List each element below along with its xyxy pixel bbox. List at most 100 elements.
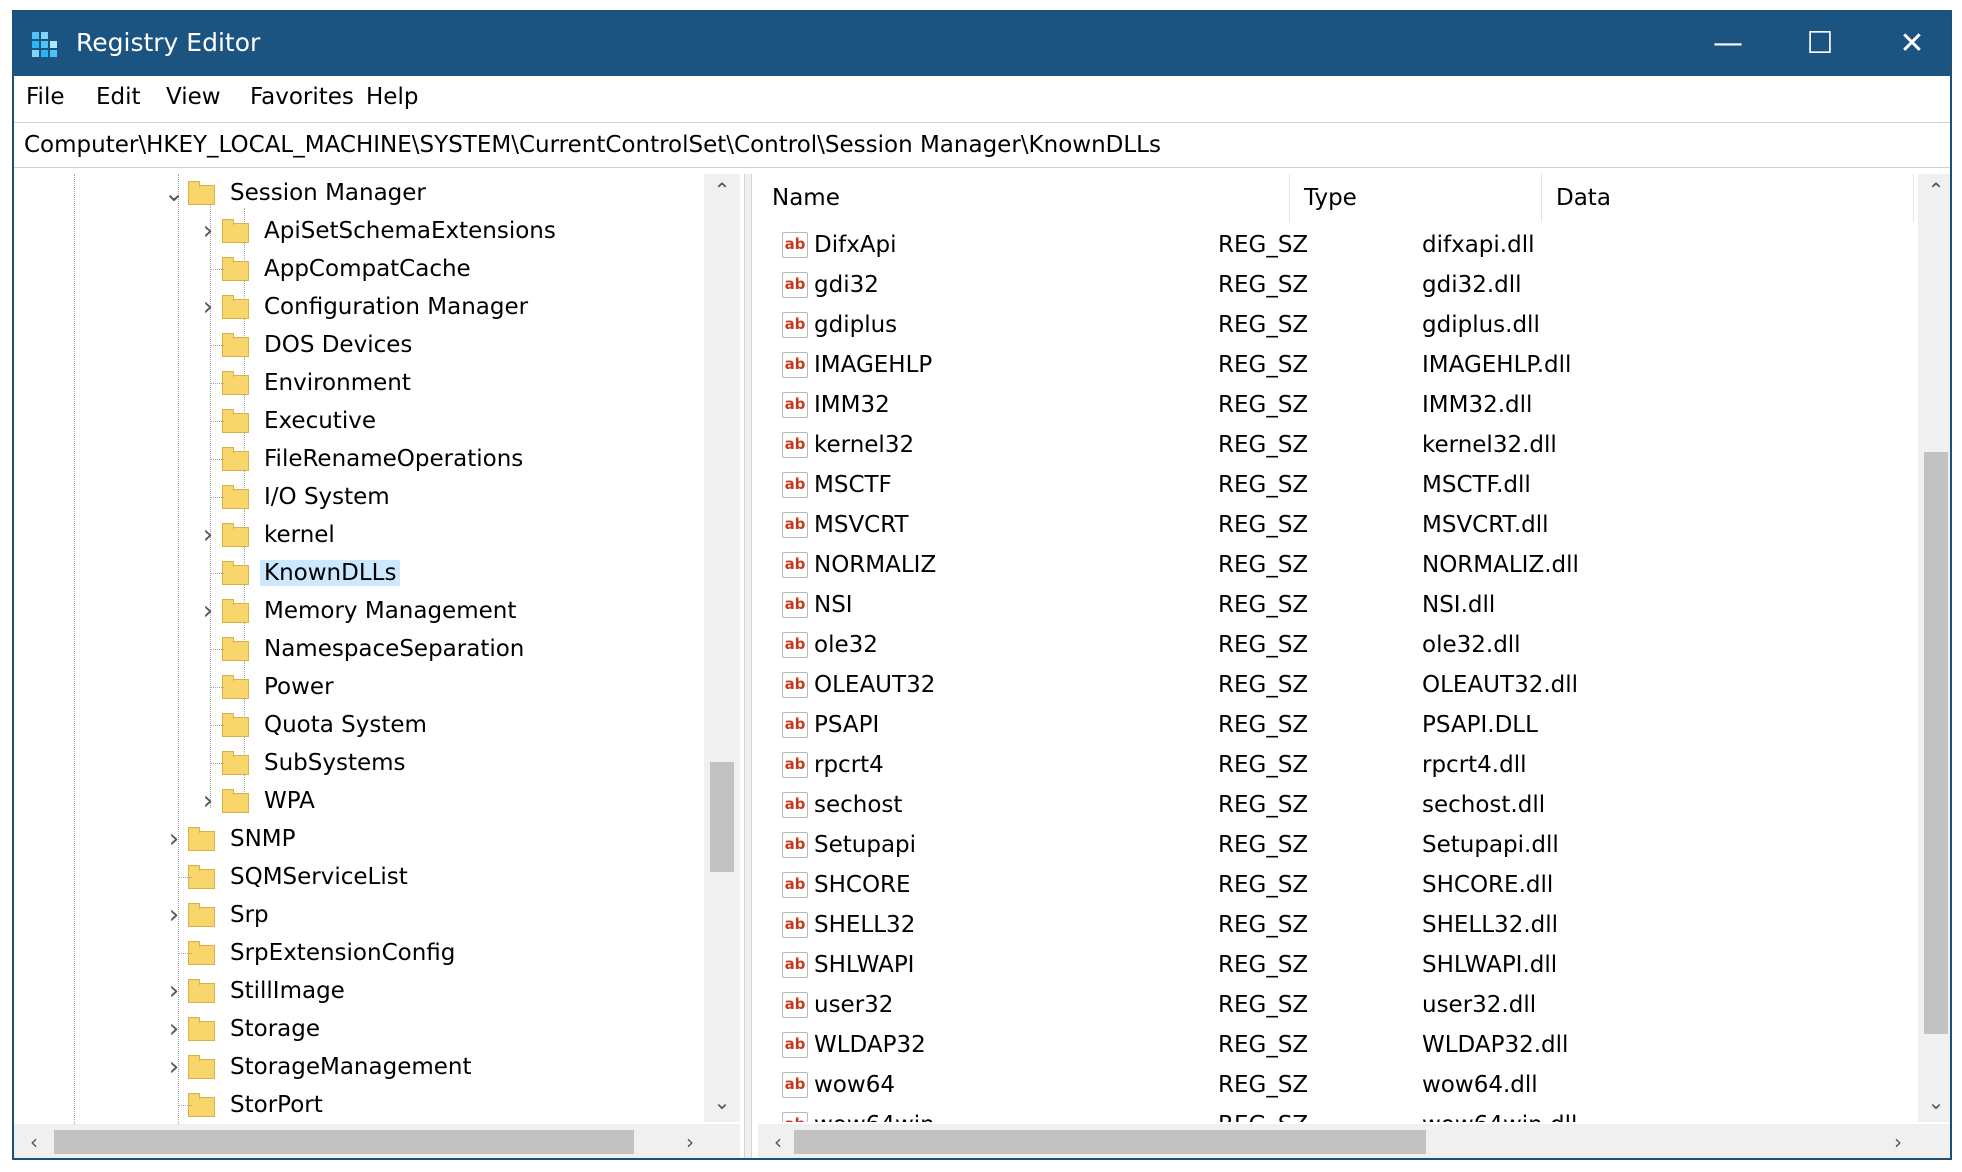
menu-file[interactable]: File (26, 84, 65, 110)
chevron-right-icon[interactable]: › (164, 972, 184, 1010)
chevron-right-icon[interactable]: › (198, 288, 218, 326)
tree-item[interactable]: FileRenameOperations (222, 440, 527, 478)
chevron-right-icon[interactable]: › (198, 516, 218, 554)
scroll-left-arrow-icon[interactable]: ‹ (766, 1130, 790, 1154)
value-row[interactable]: ab WLDAP32 REG_SZ WLDAP32.dll (758, 1026, 1914, 1066)
values-horizontal-scrollbar[interactable]: ‹ › (758, 1124, 1950, 1158)
value-row[interactable]: ab wow64win REG_SZ wow64win.dll (758, 1106, 1914, 1122)
tree-item[interactable]: StorageManagement (188, 1048, 476, 1086)
value-row[interactable]: ab gdi32 REG_SZ gdi32.dll (758, 266, 1914, 306)
menu-edit[interactable]: Edit (96, 84, 141, 110)
chevron-right-icon[interactable]: › (164, 820, 184, 858)
values-hscrollbar-thumb[interactable] (794, 1130, 1426, 1154)
tree-item[interactable]: WPA (222, 782, 319, 820)
value-row[interactable]: ab NORMALIZ REG_SZ NORMALIZ.dll (758, 546, 1914, 586)
chevron-right-icon[interactable]: › (198, 592, 218, 630)
values-vertical-scrollbar[interactable]: ⌃ ⌄ (1918, 174, 1950, 1122)
address-bar[interactable]: Computer\HKEY_LOCAL_MACHINE\SYSTEM\Curre… (14, 122, 1950, 168)
scroll-left-arrow-icon[interactable]: ‹ (22, 1130, 46, 1154)
value-name: MSCTF (814, 472, 892, 498)
value-row[interactable]: ab MSVCRT REG_SZ MSVCRT.dll (758, 506, 1914, 546)
chevron-down-icon[interactable]: ⌄ (164, 174, 184, 212)
chevron-right-icon[interactable]: › (164, 1010, 184, 1048)
column-header-name[interactable]: Name (758, 174, 1290, 222)
tree-item[interactable]: SrpExtensionConfig (188, 934, 459, 972)
address-path[interactable]: Computer\HKEY_LOCAL_MACHINE\SYSTEM\Curre… (24, 132, 1161, 158)
tree-item[interactable]: Memory Management (222, 592, 520, 630)
folder-icon (188, 903, 216, 927)
chevron-right-icon[interactable]: › (198, 782, 218, 820)
menu-favorites[interactable]: Favorites (250, 84, 354, 110)
tree-scrollbar-thumb[interactable] (710, 762, 734, 872)
value-name: rpcrt4 (814, 752, 884, 778)
scroll-up-arrow-icon[interactable]: ⌃ (704, 178, 740, 202)
tree-item[interactable]: Power (222, 668, 338, 706)
scroll-down-arrow-icon[interactable]: ⌄ (704, 1090, 740, 1114)
tree-item[interactable]: I/O System (222, 478, 394, 516)
chevron-right-icon[interactable]: › (164, 1048, 184, 1086)
string-value-icon: ab (782, 952, 808, 978)
value-row[interactable]: ab OLEAUT32 REG_SZ OLEAUT32.dll (758, 666, 1914, 706)
tree-item[interactable]: Executive (222, 402, 380, 440)
tree-item[interactable]: Configuration Manager (222, 288, 532, 326)
chevron-right-icon[interactable]: › (198, 212, 218, 250)
tree-item[interactable]: Quota System (222, 706, 431, 744)
value-row[interactable]: ab IMAGEHLP REG_SZ IMAGEHLP.dll (758, 346, 1914, 386)
value-row[interactable]: ab SHLWAPI REG_SZ SHLWAPI.dll (758, 946, 1914, 986)
tree-item[interactable]: Srp (188, 896, 273, 934)
chevron-right-icon[interactable]: › (164, 896, 184, 934)
value-row[interactable]: ab Setupapi REG_SZ Setupapi.dll (758, 826, 1914, 866)
tree-hscrollbar-thumb[interactable] (54, 1130, 634, 1154)
value-type: REG_SZ (1218, 832, 1309, 858)
menu-view[interactable]: View (166, 84, 221, 110)
tree-horizontal-scrollbar[interactable]: ‹ › (14, 1124, 740, 1158)
scroll-up-arrow-icon[interactable]: ⌃ (1918, 178, 1950, 202)
scroll-right-arrow-icon[interactable]: › (678, 1130, 702, 1154)
tree-item[interactable]: Session Manager (188, 174, 430, 212)
tree-item[interactable]: Storage (188, 1010, 324, 1048)
tree-item[interactable]: KnownDLLs (222, 554, 401, 592)
tree-item[interactable]: SNMP (188, 820, 300, 858)
tree-item[interactable]: StorPort (188, 1086, 327, 1124)
tree-item[interactable]: NamespaceSeparation (222, 630, 528, 668)
value-row[interactable]: ab SHCORE REG_SZ SHCORE.dll (758, 866, 1914, 906)
value-row[interactable]: ab MSCTF REG_SZ MSCTF.dll (758, 466, 1914, 506)
tree-item[interactable]: StillImage (188, 972, 349, 1010)
tree-item[interactable]: ApiSetSchemaExtensions (222, 212, 560, 250)
title-bar[interactable]: Registry Editor — ☐ ✕ (14, 12, 1950, 76)
minimize-button[interactable]: — (1682, 12, 1774, 76)
value-row[interactable]: ab IMM32 REG_SZ IMM32.dll (758, 386, 1914, 426)
value-row[interactable]: ab NSI REG_SZ NSI.dll (758, 586, 1914, 626)
tree-item[interactable]: DOS Devices (222, 326, 416, 364)
menu-help[interactable]: Help (366, 84, 418, 110)
folder-icon (188, 827, 216, 851)
close-button[interactable]: ✕ (1866, 12, 1950, 76)
maximize-button[interactable]: ☐ (1774, 12, 1866, 76)
tree-item[interactable]: SubSystems (222, 744, 410, 782)
value-row[interactable]: ab rpcrt4 REG_SZ rpcrt4.dll (758, 746, 1914, 786)
values-scrollbar-thumb[interactable] (1924, 452, 1948, 1034)
value-row[interactable]: ab gdiplus REG_SZ gdiplus.dll (758, 306, 1914, 346)
value-row[interactable]: ab kernel32 REG_SZ kernel32.dll (758, 426, 1914, 466)
value-data: NORMALIZ.dll (1422, 552, 1579, 578)
tree-item-label: Session Manager (230, 180, 426, 206)
column-header-data[interactable]: Data (1542, 174, 1914, 222)
scroll-down-arrow-icon[interactable]: ⌄ (1918, 1090, 1950, 1114)
value-row[interactable]: ab sechost REG_SZ sechost.dll (758, 786, 1914, 826)
value-row[interactable]: ab PSAPI REG_SZ PSAPI.DLL (758, 706, 1914, 746)
pane-splitter[interactable] (744, 174, 752, 1158)
value-row[interactable]: ab DifxApi REG_SZ difxapi.dll (758, 226, 1914, 266)
tree-item[interactable]: AppCompatCache (222, 250, 475, 288)
tree-vertical-scrollbar[interactable]: ⌃ ⌄ (704, 174, 740, 1122)
tree-item[interactable]: kernel (222, 516, 339, 554)
tree-item[interactable]: Environment (222, 364, 415, 402)
value-row[interactable]: ab user32 REG_SZ user32.dll (758, 986, 1914, 1026)
tree-item[interactable]: SQMServiceList (188, 858, 412, 896)
column-header-type[interactable]: Type (1290, 174, 1542, 222)
scroll-right-arrow-icon[interactable]: › (1886, 1130, 1910, 1154)
value-row[interactable]: ab ole32 REG_SZ ole32.dll (758, 626, 1914, 666)
value-row[interactable]: ab wow64 REG_SZ wow64.dll (758, 1066, 1914, 1106)
value-row[interactable]: ab SHELL32 REG_SZ SHELL32.dll (758, 906, 1914, 946)
value-type: REG_SZ (1218, 312, 1309, 338)
window-title: Registry Editor (76, 28, 261, 57)
